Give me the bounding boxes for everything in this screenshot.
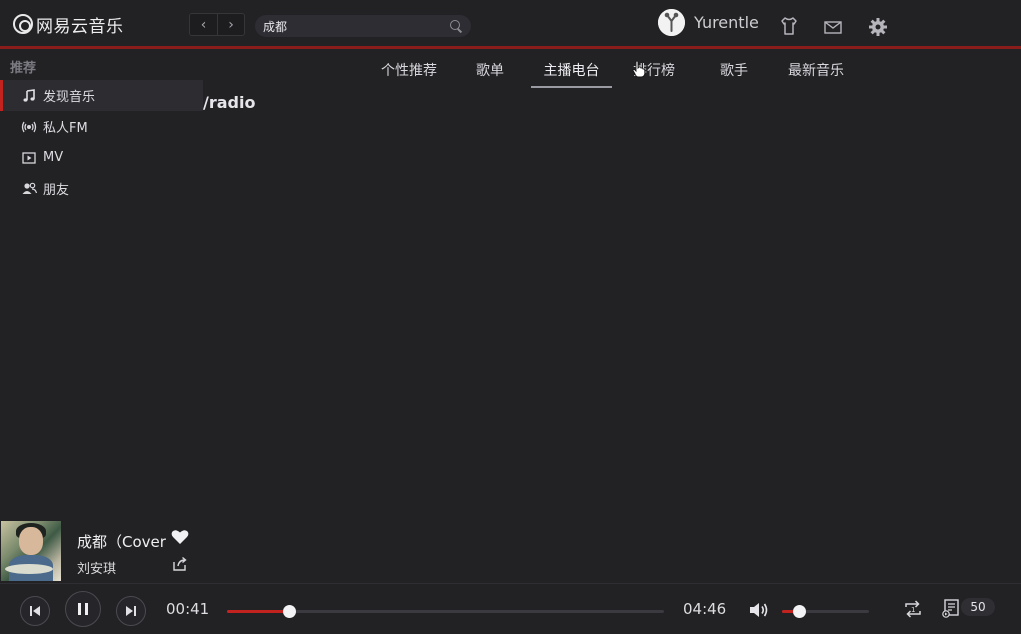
avatar[interactable] [658, 9, 685, 36]
pause-button[interactable] [65, 591, 101, 627]
tab-label: 个性推荐 [381, 63, 437, 79]
album-cover[interactable] [1, 521, 61, 581]
volume-slider[interactable] [782, 605, 869, 618]
previous-button[interactable] [20, 596, 50, 626]
tab-label: 最新音乐 [788, 63, 844, 79]
top-bar: 网易云音乐 ‹ › Yurentle [0, 0, 1021, 46]
skip-next-icon [126, 606, 136, 616]
tab-label: 主播电台 [543, 63, 600, 79]
sidebar-item-label: 朋友 [43, 183, 70, 198]
sidebar-item-discover-music[interactable]: 发现音乐 [0, 80, 203, 111]
hand-cursor-icon [632, 60, 646, 78]
tab-personal-recommend[interactable]: 个性推荐 [376, 60, 442, 88]
avatar-image [658, 9, 685, 36]
loop-mode-icon[interactable]: 1 [902, 598, 924, 620]
sidebar-item-friends[interactable]: 朋友 [0, 173, 203, 204]
search-input[interactable] [263, 19, 449, 33]
tab-playlists[interactable]: 歌单 [470, 60, 510, 88]
forward-button[interactable]: › [217, 14, 244, 35]
username[interactable]: Yurentle [694, 13, 759, 32]
search-box [255, 15, 471, 37]
like-heart-icon[interactable] [171, 529, 189, 545]
pause-icon [78, 603, 88, 615]
history-nav: ‹ › [189, 13, 245, 36]
sidebar-item-label: 发现音乐 [43, 90, 96, 105]
sidebar-item-private-fm[interactable]: 私人FM [0, 111, 203, 142]
user-profile[interactable]: Yurentle [658, 9, 759, 36]
settings-icon[interactable] [868, 17, 888, 37]
share-icon[interactable] [172, 556, 188, 572]
mail-icon[interactable] [823, 17, 843, 37]
current-time: 00:41 [166, 600, 210, 618]
music-note-icon [21, 88, 37, 104]
sidebar-item-mv[interactable]: MV [0, 142, 203, 173]
search-icon[interactable] [449, 19, 463, 33]
back-button[interactable]: ‹ [190, 14, 217, 35]
sidebar-item-label: MV [43, 150, 64, 165]
skin-icon[interactable] [779, 16, 799, 36]
tab-new-music[interactable]: 最新音乐 [783, 60, 849, 88]
total-time: 04:46 [683, 600, 727, 618]
volume-icon[interactable] [748, 600, 770, 620]
progress-fill [227, 610, 290, 613]
sidebar-section-title: 推荐 [10, 61, 37, 76]
playlist-icon[interactable] [941, 597, 963, 619]
sidebar-item-label: 私人FM [43, 121, 88, 136]
player-bar [0, 583, 1021, 634]
song-title[interactable]: 成都（Cover [77, 531, 170, 552]
sidebar: 推荐 发现音乐 私人FM MV 朋友 [0, 49, 203, 519]
chevron-left-icon: ‹ [200, 16, 207, 33]
netease-logo-icon [13, 14, 33, 34]
tab-label: 歌单 [476, 63, 504, 79]
route-text: /radio [203, 93, 256, 112]
chevron-right-icon: › [228, 16, 234, 33]
friends-icon [21, 181, 37, 197]
radio-icon [21, 119, 37, 135]
app-logo-text: 网易云音乐 [36, 16, 124, 37]
tab-radio[interactable]: 主播电台 [531, 60, 612, 88]
svg-text:1: 1 [911, 606, 915, 614]
artist-name[interactable]: 刘安琪 [77, 558, 116, 577]
app-logo[interactable]: 网易云音乐 [13, 12, 124, 37]
tab-label: 歌手 [720, 63, 748, 79]
progress-slider[interactable] [227, 605, 664, 618]
tab-artists[interactable]: 歌手 [714, 60, 754, 88]
skip-previous-icon [30, 606, 40, 616]
next-button[interactable] [116, 596, 146, 626]
video-icon [21, 150, 37, 166]
playlist-count-badge[interactable]: 50 [961, 598, 995, 616]
